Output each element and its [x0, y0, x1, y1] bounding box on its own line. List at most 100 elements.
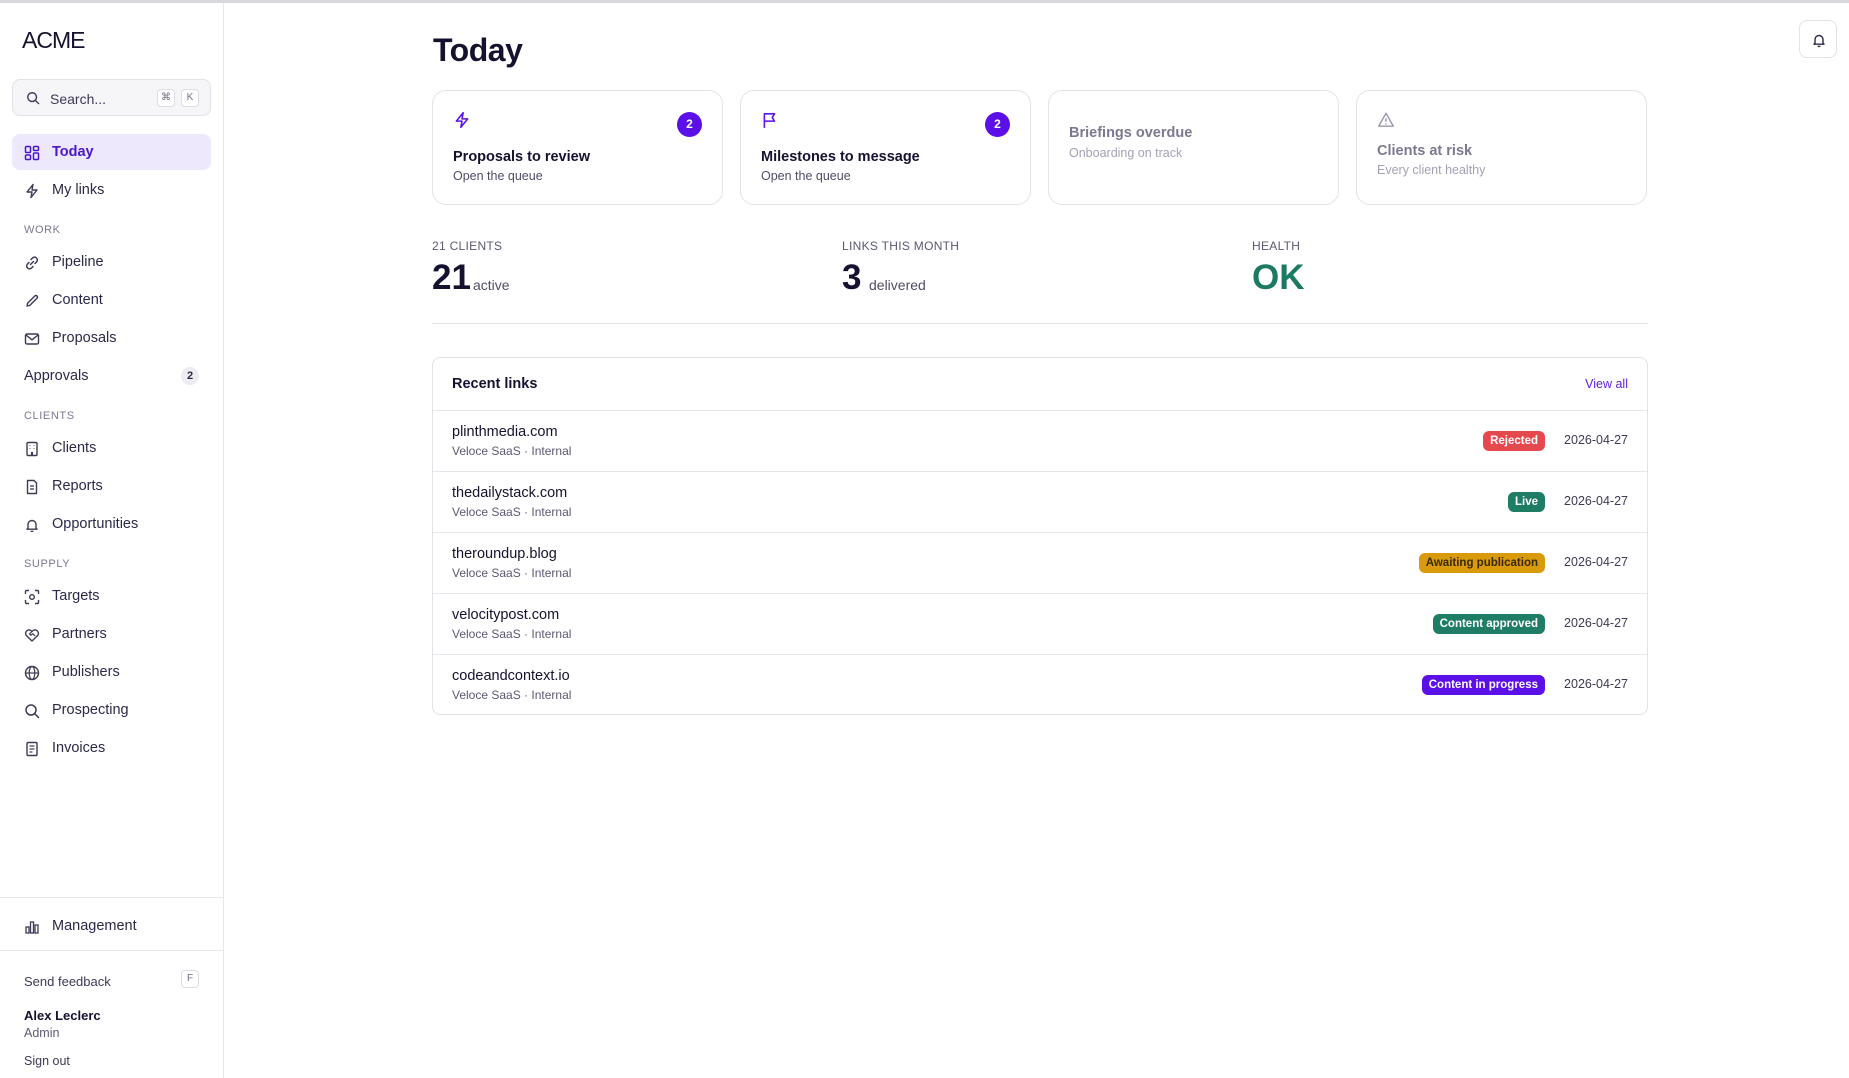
user-name: Alex Leclerc [24, 1008, 101, 1023]
sign-out-link[interactable]: Sign out [24, 1054, 70, 1068]
stat-label-links: LINKS THIS MONTH [842, 239, 960, 253]
card-milestones-to-message[interactable]: 2 Milestones to message Open the queue [740, 90, 1031, 205]
link-date: 2026-04-27 [1564, 555, 1628, 569]
card-subtitle: Open the queue [453, 169, 543, 183]
card-subtitle: Every client healthy [1377, 163, 1486, 177]
table-row[interactable]: theroundup.blog Veloce SaaS · Internal A… [433, 532, 1647, 593]
nav-item-proposals[interactable]: Proposals [12, 320, 211, 356]
section-label-clients: CLIENTS [24, 410, 75, 422]
nav-item-reports[interactable]: Reports [12, 468, 211, 504]
bolt-icon [455, 111, 469, 129]
link-icon [25, 256, 39, 270]
card-proposals-to-review[interactable]: 2 Proposals to review Open the queue [432, 90, 723, 205]
notifications-button[interactable] [1799, 20, 1837, 58]
card-title: Milestones to message [761, 149, 920, 165]
nav-item-invoices[interactable]: Invoices [12, 730, 211, 766]
nav-label: Reports [52, 478, 103, 494]
shortcut-k-key: K [181, 89, 199, 107]
nav-item-publishers[interactable]: Publishers [12, 654, 211, 690]
status-badge: Live [1507, 492, 1545, 512]
card-subtitle: Onboarding on track [1069, 146, 1183, 160]
bell-icon [26, 519, 38, 533]
card-subtitle: Open the queue [761, 169, 851, 183]
receipt-icon [26, 741, 38, 757]
card-title: Briefings overdue [1069, 125, 1193, 141]
nav-label: Management [52, 918, 137, 934]
nav-item-prospecting[interactable]: Prospecting [12, 692, 211, 728]
link-meta: Veloce SaaS · Internal [452, 688, 572, 702]
card-clients-at-risk[interactable]: Clients at risk Every client healthy [1356, 90, 1647, 205]
stat-unit-clients: active [473, 277, 510, 293]
handshake-icon [24, 629, 40, 642]
nav-item-pipeline[interactable]: Pipeline [12, 244, 211, 280]
nav-item-today[interactable]: Today [12, 134, 211, 170]
nav-label: Proposals [52, 330, 117, 346]
card-count-badge: 2 [985, 112, 1010, 137]
feedback-shortcut-key: F [181, 970, 199, 988]
brand-logo[interactable]: ACME [22, 27, 85, 54]
stats-divider [432, 323, 1648, 324]
nav-item-content[interactable]: Content [12, 282, 211, 318]
stat-value-health: OK [1252, 258, 1305, 297]
nav-label: Publishers [52, 664, 120, 680]
search-icon [27, 92, 40, 105]
stat-value-links: 3 [842, 258, 862, 297]
section-label-work: WORK [24, 224, 61, 236]
link-domain: plinthmedia.com [452, 424, 558, 440]
nav-item-clients[interactable]: Clients [12, 430, 211, 466]
nav-item-my-links[interactable]: My links [12, 172, 211, 208]
warning-icon [1377, 112, 1395, 127]
nav-label: My links [52, 182, 105, 198]
target-icon [24, 589, 40, 605]
flag-icon [763, 113, 776, 128]
recent-links-panel: Recent links View all plinthmedia.com Ve… [432, 357, 1648, 715]
globe-icon [24, 665, 40, 681]
nav-label: Prospecting [52, 702, 129, 718]
sidebar-divider [0, 950, 223, 951]
view-all-link[interactable]: View all [1585, 377, 1628, 391]
nav-label: Targets [52, 588, 100, 604]
nav-label: Clients [52, 440, 97, 456]
pencil-icon [26, 294, 39, 307]
approvals-count-badge: 2 [181, 367, 199, 385]
search-box[interactable]: Search... ⌘ K [12, 79, 211, 116]
link-domain: thedailystack.com [452, 485, 568, 501]
nav-item-targets[interactable]: Targets [12, 578, 211, 614]
status-badge: Rejected [1483, 431, 1545, 451]
status-badge: Content approved [1432, 614, 1545, 634]
nav-item-partners[interactable]: Partners [12, 616, 211, 652]
card-count-badge: 2 [677, 112, 702, 137]
search-placeholder: Search... [50, 91, 107, 107]
table-row[interactable]: velocitypost.com Veloce SaaS · Internal … [433, 593, 1647, 654]
status-badge: Content in progress [1421, 675, 1545, 695]
document-icon [26, 479, 38, 495]
table-row[interactable]: thedailystack.com Veloce SaaS · Internal… [433, 471, 1647, 532]
link-domain: velocitypost.com [452, 607, 560, 623]
table-row[interactable]: codeandcontext.io Veloce SaaS · Internal… [433, 654, 1647, 715]
link-date: 2026-04-27 [1564, 677, 1628, 691]
table-row[interactable]: plinthmedia.com Veloce SaaS · Internal R… [433, 410, 1647, 471]
link-date: 2026-04-27 [1564, 433, 1628, 447]
stat-label-clients: 21 CLIENTS [432, 239, 503, 253]
nav-label: Content [52, 292, 103, 308]
link-date: 2026-04-27 [1564, 616, 1628, 630]
nav-label: Pipeline [52, 254, 104, 270]
link-date: 2026-04-27 [1564, 494, 1628, 508]
user-role: Admin [24, 1026, 60, 1040]
link-meta: Veloce SaaS · Internal [452, 444, 572, 458]
send-feedback-link[interactable]: Send feedback [24, 974, 111, 989]
link-meta: Veloce SaaS · Internal [452, 627, 572, 641]
bell-icon [1813, 34, 1825, 48]
nav-item-opportunities[interactable]: Opportunities [12, 506, 211, 542]
nav-item-management[interactable]: Management [12, 908, 211, 944]
card-title: Proposals to review [453, 149, 590, 165]
sidebar: ACME Search... ⌘ K Today My links WORK P… [0, 3, 224, 1078]
link-meta: Veloce SaaS · Internal [452, 566, 572, 580]
bolt-icon [26, 183, 38, 199]
page-title: Today [433, 32, 523, 68]
bar-chart-icon [25, 921, 39, 934]
nav-item-approvals[interactable]: Approvals 2 [12, 358, 211, 394]
sidebar-divider [0, 897, 223, 898]
card-briefings-overdue[interactable]: Briefings overdue Onboarding on track [1048, 90, 1339, 205]
card-title: Clients at risk [1377, 143, 1473, 159]
